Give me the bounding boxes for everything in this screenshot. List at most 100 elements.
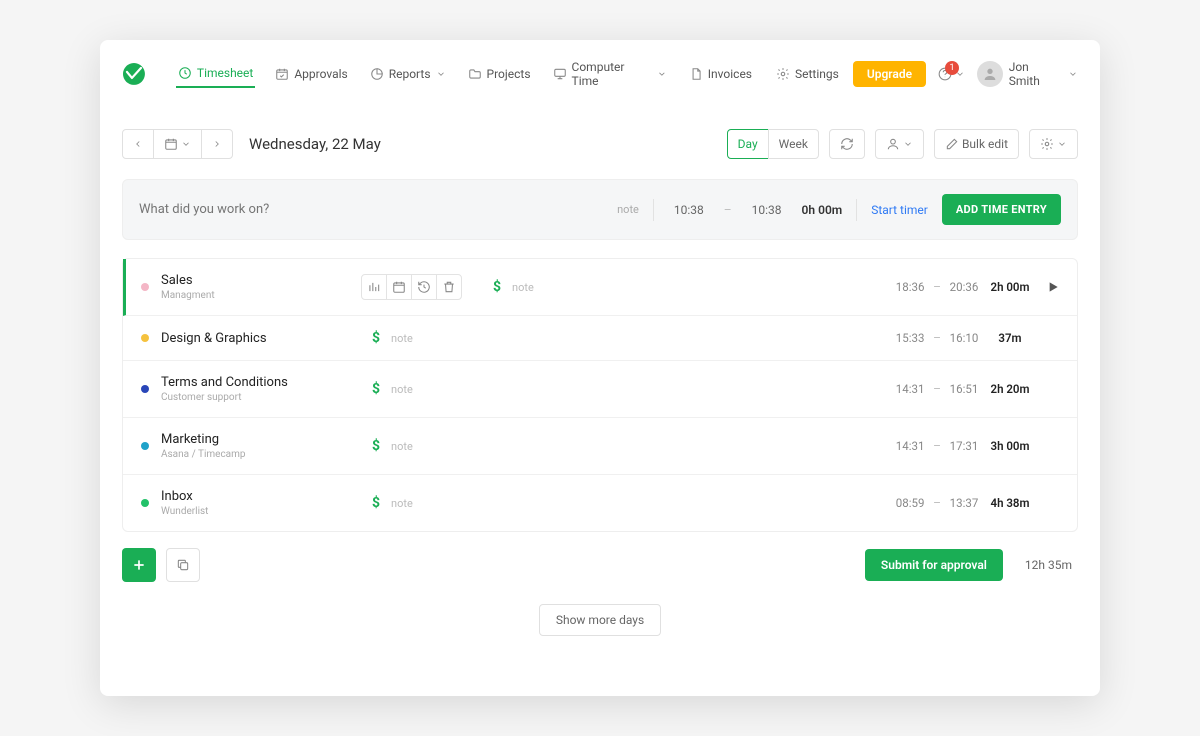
task-info: Design & Graphics [161, 331, 361, 346]
note-link[interactable]: note [617, 203, 639, 216]
nav-right: Settings Upgrade 1 Jon Smith [774, 60, 1078, 88]
top-nav: Timesheet Approvals Reports Projects Compute… [100, 40, 1100, 109]
pie-icon [370, 67, 384, 81]
from-time[interactable]: 10:38 [668, 199, 710, 221]
toolbar: Wednesday, 22 May Day Week Bulk edit [100, 109, 1100, 171]
app-frame: Timesheet Approvals Reports Projects Compute… [100, 40, 1100, 696]
row-actions [361, 274, 462, 300]
note-link[interactable]: note [391, 440, 451, 453]
task-input[interactable] [139, 202, 399, 217]
add-entry-button[interactable] [122, 548, 156, 582]
time-entry-row[interactable]: MarketingAsana / Timecamp$note14:31–17:3… [123, 418, 1077, 475]
calendar-button[interactable] [386, 274, 412, 300]
from-time: 14:31 [887, 382, 933, 396]
clock-icon [178, 66, 192, 80]
notification-badge: 1 [945, 61, 959, 75]
duration: 2h 00m [987, 280, 1033, 294]
calendar-button[interactable] [153, 129, 202, 159]
nav-projects[interactable]: Projects [466, 61, 533, 87]
color-dot [141, 442, 149, 450]
upgrade-button[interactable]: Upgrade [853, 61, 926, 87]
help-menu[interactable]: 1 [938, 67, 965, 81]
note-link[interactable]: note [512, 281, 572, 294]
settings-link[interactable]: Settings [774, 61, 841, 87]
prev-day-button[interactable] [122, 129, 154, 159]
chart-button[interactable] [361, 274, 387, 300]
from-time: 18:36 [887, 280, 933, 294]
settings-dropdown[interactable] [1029, 129, 1078, 159]
play-button[interactable] [1045, 279, 1061, 295]
from-time: 08:59 [887, 496, 933, 510]
color-dot [141, 334, 149, 342]
day-view-button[interactable]: Day [727, 129, 769, 159]
color-dot [141, 283, 149, 291]
nav-label: Computer Time [572, 60, 653, 88]
note-link[interactable]: note [391, 332, 451, 345]
week-view-button[interactable]: Week [768, 129, 819, 159]
task-name: Design & Graphics [161, 331, 361, 346]
to-time[interactable]: 10:38 [746, 199, 788, 221]
history-button[interactable] [411, 274, 437, 300]
show-more-days-button[interactable]: Show more days [539, 604, 661, 636]
time-entry-row[interactable]: Design & Graphics$note15:33–16:1037m [123, 316, 1077, 361]
chevron-down-icon [1057, 139, 1067, 149]
task-info: MarketingAsana / Timecamp [161, 432, 361, 460]
billable-toggle[interactable]: $ [482, 279, 512, 295]
task-project: Customer support [161, 392, 361, 403]
nav-timesheet[interactable]: Timesheet [176, 60, 255, 88]
nav-label: Invoices [708, 67, 752, 81]
nav-computer-time[interactable]: Computer Time [551, 54, 669, 94]
bulk-edit-button[interactable]: Bulk edit [934, 129, 1019, 159]
note-link[interactable]: note [391, 383, 451, 396]
billable-toggle[interactable]: $ [361, 495, 391, 511]
avatar [977, 61, 1003, 87]
start-timer-link[interactable]: Start timer [871, 203, 928, 217]
nav-label: Timesheet [197, 66, 253, 80]
copy-entries-button[interactable] [166, 548, 200, 582]
chart-icon [367, 280, 381, 294]
duration: 2h 20m [987, 382, 1033, 396]
calendar-check-icon [275, 67, 289, 81]
bulk-edit-label: Bulk edit [962, 137, 1008, 151]
logo[interactable] [122, 62, 146, 86]
duration: 4h 38m [987, 496, 1033, 510]
nav-invoices[interactable]: Invoices [687, 61, 754, 87]
user-menu[interactable]: Jon Smith [977, 60, 1078, 88]
date-nav-group [122, 129, 233, 159]
task-info: SalesManagment [161, 273, 361, 301]
chevron-right-icon [212, 139, 222, 149]
note-link[interactable]: note [391, 497, 451, 510]
billable-toggle[interactable]: $ [361, 381, 391, 397]
file-icon [689, 67, 703, 81]
nav-approvals[interactable]: Approvals [273, 61, 349, 87]
add-time-entry-button[interactable]: ADD TIME ENTRY [942, 194, 1061, 225]
billable-toggle[interactable]: $ [361, 438, 391, 454]
task-info: Terms and ConditionsCustomer support [161, 375, 361, 403]
user-name: Jon Smith [1009, 60, 1062, 88]
chevron-down-icon [436, 69, 446, 79]
total-time: 12h 35m [1025, 558, 1072, 572]
refresh-button[interactable] [829, 129, 865, 159]
nav-reports[interactable]: Reports [368, 61, 448, 87]
refresh-icon [840, 137, 854, 151]
entry-bar: note 10:38 – 10:38 0h 00m Start timer AD… [122, 179, 1078, 240]
billable-toggle[interactable]: $ [361, 330, 391, 346]
nav-main: Timesheet Approvals Reports Projects Compute… [176, 54, 754, 94]
plus-icon [131, 557, 147, 573]
to-time: 13:37 [941, 496, 987, 510]
chevron-down-icon [903, 139, 913, 149]
to-time: 20:36 [941, 280, 987, 294]
time-entry-row[interactable]: SalesManagment$note18:36–20:362h 00m [123, 259, 1077, 316]
to-time: 16:10 [941, 331, 987, 345]
footer-actions: Submit for approval 12h 35m [122, 548, 1078, 582]
next-day-button[interactable] [201, 129, 233, 159]
submit-approval-button[interactable]: Submit for approval [865, 549, 1003, 581]
from-time: 14:31 [887, 439, 933, 453]
view-toggle: Day Week [727, 129, 819, 159]
trash-button[interactable] [436, 274, 462, 300]
chevron-down-icon [657, 69, 667, 79]
time-entry-row[interactable]: Terms and ConditionsCustomer support$not… [123, 361, 1077, 418]
user-filter-button[interactable] [875, 129, 924, 159]
user-icon [886, 137, 900, 151]
time-entry-row[interactable]: InboxWunderlist$note08:59–13:374h 38m [123, 475, 1077, 531]
